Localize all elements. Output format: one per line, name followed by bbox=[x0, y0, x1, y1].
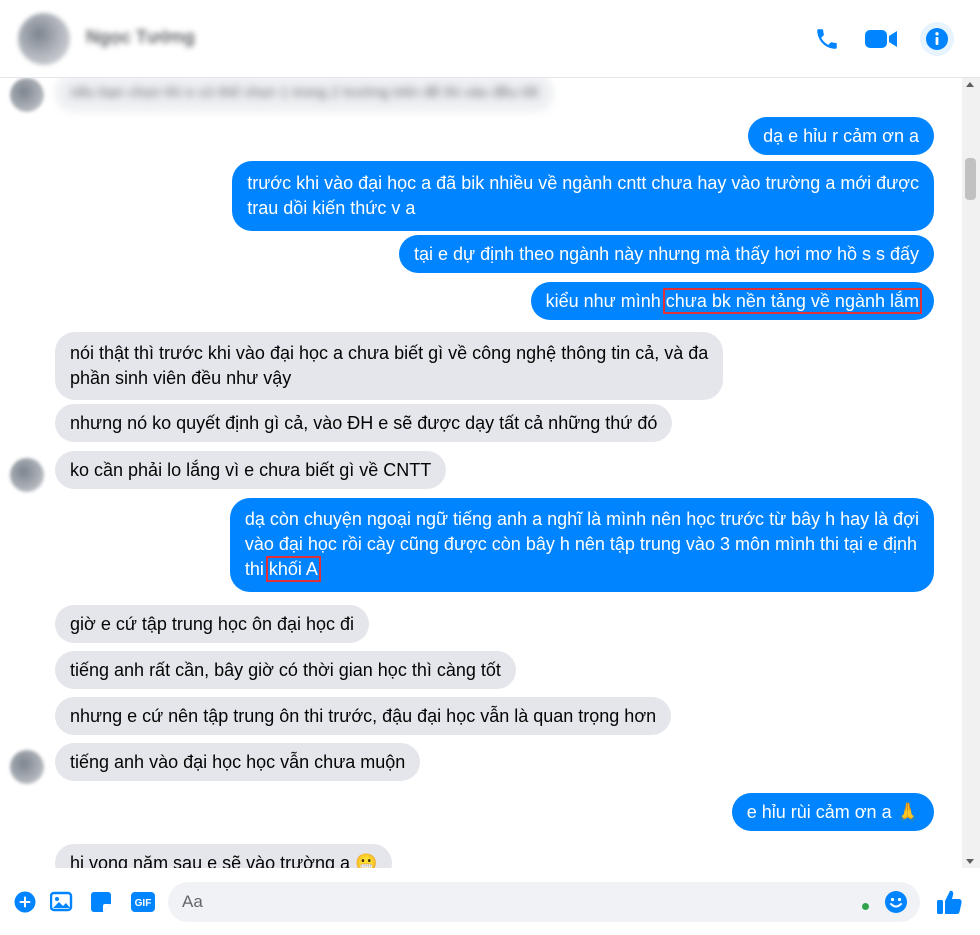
message-text: vào đại học rồi cày cũng được còn bây h … bbox=[244, 534, 918, 554]
contact-avatar-small bbox=[10, 78, 44, 112]
message-incoming[interactable]: nói thật thì trước khi vào đại học a chư… bbox=[55, 332, 724, 400]
image-icon[interactable] bbox=[50, 890, 74, 914]
message-incoming[interactable]: nhưng nó ko quyết định gì cả, vào ĐH e s… bbox=[55, 404, 673, 442]
emoji-icon[interactable] bbox=[884, 890, 908, 914]
scroll-up-arrow-icon[interactable] bbox=[966, 82, 974, 87]
message-text: tiếng anh vào đại học học vẫn chưa muộn bbox=[70, 752, 406, 772]
message-text: e hỉu rùi cảm ơn a 🙏 bbox=[746, 802, 919, 822]
active-status-dot bbox=[862, 903, 869, 910]
contact-avatar-small bbox=[10, 458, 44, 492]
highlighted-text: chưa bk nền tảng về ngành lắm bbox=[662, 288, 923, 314]
sticker-icon[interactable] bbox=[89, 890, 113, 914]
message-text: nhưng e cứ nên tập trung ôn thi trước, đ… bbox=[70, 706, 657, 726]
message-incoming[interactable]: giờ e cứ tập trung học ôn đại học đi bbox=[55, 605, 370, 643]
message-text: nhưng nó ko quyết định gì cả, vào ĐH e s… bbox=[70, 413, 658, 433]
message-text: thi bbox=[244, 559, 269, 579]
scrollbar-thumb[interactable] bbox=[965, 158, 976, 200]
message-incoming[interactable]: ko cần phải lo lắng vì e chưa biết gì về… bbox=[55, 451, 447, 489]
message-text: hi vọng năm sau e sẽ vào trường a 😬 bbox=[70, 853, 378, 868]
message-text: phần sinh viên đều như vậy bbox=[70, 368, 292, 388]
message-incoming[interactable]: hi vọng năm sau e sẽ vào trường a 😬 bbox=[55, 844, 393, 868]
gif-icon[interactable]: GIF bbox=[130, 890, 156, 914]
message-incoming[interactable]: tiếng anh vào đại học học vẫn chưa muộn bbox=[55, 743, 421, 781]
scroll-down-arrow-icon[interactable] bbox=[966, 859, 974, 864]
phone-call-icon[interactable] bbox=[810, 22, 844, 56]
scrollbar[interactable] bbox=[962, 78, 980, 868]
message-outgoing[interactable]: kiểu như mình chưa bk nền tảng về ngành … bbox=[530, 282, 934, 320]
message-text: trước khi vào đại học a đã bik nhiều về … bbox=[247, 173, 919, 193]
message-text: dạ e hỉu r cảm ơn a bbox=[763, 126, 919, 146]
highlighted-text: khối A bbox=[265, 556, 321, 582]
message-text: tiếng anh rất cần, bây giờ có thời gian … bbox=[70, 660, 501, 680]
contact-name[interactable]: Ngọc Tường bbox=[86, 27, 195, 48]
message-outgoing[interactable]: e hỉu rùi cảm ơn a 🙏 bbox=[731, 793, 934, 831]
message-text: ko cần phải lo lắng vì e chưa biết gì về… bbox=[70, 460, 432, 480]
message-incoming[interactable]: nhưng e cứ nên tập trung ôn thi trước, đ… bbox=[55, 697, 672, 735]
message-text: tại e dự định theo ngành này nhưng mà th… bbox=[413, 244, 919, 264]
like-thumb-icon[interactable] bbox=[935, 888, 963, 916]
message-outgoing[interactable]: dạ e hỉu r cảm ơn a bbox=[748, 117, 934, 155]
message-text: giờ e cứ tập trung học ôn đại học đi bbox=[70, 614, 355, 634]
video-call-icon[interactable] bbox=[864, 22, 898, 56]
contact-avatar[interactable] bbox=[18, 13, 70, 65]
message-text: dạ còn chuyện ngoại ngữ tiếng anh a nghĩ… bbox=[244, 509, 919, 529]
message-incoming[interactable]: nếu bạn chọn thì e có thể chọn 1 trong 2… bbox=[55, 78, 554, 112]
plus-icon[interactable] bbox=[13, 890, 37, 914]
message-text: trau dồi kiến thức v a bbox=[247, 198, 416, 218]
message-list[interactable]: nếu bạn chọn thì e có thể chọn 1 trong 2… bbox=[0, 78, 962, 868]
message-outgoing[interactable]: dạ còn chuyện ngoại ngữ tiếng anh a nghĩ… bbox=[229, 498, 934, 592]
message-outgoing[interactable]: tại e dự định theo ngành này nhưng mà th… bbox=[398, 235, 934, 273]
svg-text:GIF: GIF bbox=[135, 898, 152, 909]
message-outgoing[interactable]: trước khi vào đại học a đã bik nhiều về … bbox=[232, 161, 934, 231]
message-text: kiểu như mình bbox=[545, 291, 666, 311]
contact-avatar-small bbox=[10, 750, 44, 784]
message-incoming[interactable]: tiếng anh rất cần, bây giờ có thời gian … bbox=[55, 651, 516, 689]
chat-header: Ngọc Tường bbox=[0, 0, 980, 78]
info-icon[interactable] bbox=[920, 22, 954, 56]
message-text: nói thật thì trước khi vào đại học a chư… bbox=[70, 343, 709, 363]
composer: GIF bbox=[0, 868, 980, 935]
message-input[interactable] bbox=[168, 882, 920, 922]
